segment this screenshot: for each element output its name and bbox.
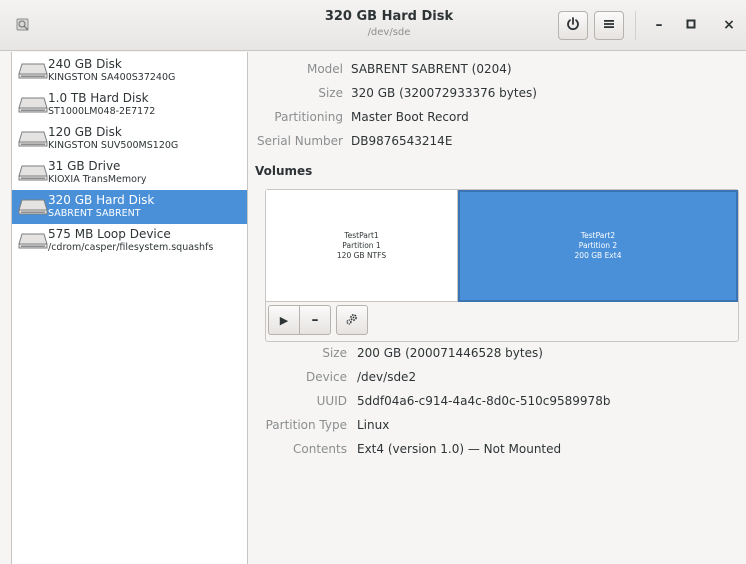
- disk-size-label: Size: [318, 86, 343, 100]
- hard-disk-icon: [18, 164, 48, 182]
- disk-name: 320 GB Hard Disk: [48, 193, 155, 207]
- partition-1-name: TestPart1: [344, 231, 379, 240]
- disk-model: /cdrom/casper/filesystem.squashfs: [48, 242, 214, 253]
- minus-icon: –: [311, 312, 319, 328]
- window-subtitle: /dev/sde: [367, 27, 411, 38]
- disk-model: ST1000LM048-2E7172: [48, 106, 156, 117]
- uuid-label: UUID: [316, 394, 347, 408]
- disk-name: 1.0 TB Hard Disk: [48, 91, 149, 105]
- disk-size-value: 320 GB (320072933376 bytes): [351, 86, 537, 100]
- partition-1-details: 120 GB NTFS: [336, 251, 387, 260]
- hamburger-menu-icon: [602, 17, 616, 34]
- hard-disk-icon: [18, 232, 48, 250]
- partition-1-block[interactable]: TestPart1 Partition 1 120 GB NTFS: [266, 190, 458, 302]
- partition-type-label: Partition Type: [265, 418, 347, 432]
- power-off-button[interactable]: [558, 11, 588, 40]
- device-label: Device: [305, 370, 347, 384]
- maximize-icon: [686, 17, 696, 33]
- hard-disk-icon: [18, 198, 48, 216]
- partition-2-text: TestPart2 Partition 2 200 GB Ext4: [460, 231, 736, 261]
- disk-model: KINGSTON SUV500MS120G: [48, 140, 179, 151]
- disk-sidebar: 240 GB Disk KINGSTON SA400S37240G 1.0 TB…: [11, 52, 248, 564]
- partition-2-name: TestPart2: [580, 231, 616, 240]
- partition-1-text: TestPart1 Partition 1 120 GB NTFS: [266, 231, 457, 261]
- minimize-button[interactable]: –: [647, 12, 671, 38]
- disk-name: 31 GB Drive: [48, 159, 121, 173]
- partition-size-label: Size: [322, 346, 347, 360]
- hard-disk-icon: [18, 130, 48, 148]
- model-value: SABRENT SABRENT (0204): [351, 62, 512, 76]
- partition-2-details: 200 GB Ext4: [574, 251, 622, 260]
- sidebar-item-575mb-loop-device[interactable]: 575 MB Loop Device /cdrom/casper/filesys…: [12, 224, 247, 258]
- volume-toolbar: ▶ –: [268, 305, 368, 335]
- uuid-value: 5ddf04a6-c914-4a4c-8d0c-510c9589978b: [357, 394, 611, 408]
- gears-icon: [345, 312, 359, 329]
- serial-number-label: Serial Number: [257, 134, 343, 148]
- header-separator: [635, 11, 636, 40]
- disk-name: 240 GB Disk: [48, 57, 122, 71]
- disk-name: 120 GB Disk: [48, 125, 122, 139]
- power-icon: [565, 16, 581, 35]
- mount-button[interactable]: ▶: [268, 305, 300, 335]
- partition-options-button[interactable]: [336, 305, 368, 335]
- sidebar-item-31gb-drive[interactable]: 31 GB Drive KIOXIA TransMemory: [12, 156, 247, 190]
- partition-1-number: Partition 1: [342, 241, 381, 250]
- device-value: /dev/sde2: [357, 370, 417, 384]
- play-icon: ▶: [279, 313, 289, 327]
- sidebar-item-240gb-disk[interactable]: 240 GB Disk KINGSTON SA400S37240G: [12, 54, 247, 88]
- disks-app-icon[interactable]: [14, 16, 32, 34]
- hard-disk-icon: [18, 96, 48, 114]
- partition-2-number: Partition 2: [578, 241, 618, 250]
- menu-button[interactable]: [594, 11, 624, 40]
- header-bar: 320 GB Hard Disk /dev/sde – ×: [0, 0, 746, 51]
- volumes-map: TestPart1 Partition 1 120 GB NTFS TestPa…: [265, 189, 739, 342]
- volumes-heading: Volumes: [255, 164, 313, 178]
- contents-label: Contents: [293, 442, 347, 456]
- partition-2-block[interactable]: TestPart2 Partition 2 200 GB Ext4: [458, 190, 738, 302]
- contents-value: Ext4 (version 1.0) — Not Mounted: [357, 442, 562, 456]
- model-label: Model: [306, 62, 343, 76]
- delete-partition-button[interactable]: –: [299, 305, 331, 335]
- disk-model: SABRENT SABRENT: [48, 208, 141, 219]
- hard-disk-icon: [18, 62, 48, 80]
- serial-number-value: DB9876543214E: [351, 134, 453, 148]
- partition-type-value: Linux: [357, 418, 390, 432]
- partitioning-value: Master Boot Record: [351, 110, 469, 124]
- disk-model: KIOXIA TransMemory: [48, 174, 147, 185]
- disk-model: KINGSTON SA400S37240G: [48, 72, 176, 83]
- partitioning-label: Partitioning: [274, 110, 343, 124]
- close-button[interactable]: ×: [717, 12, 741, 38]
- window-title: 320 GB Hard Disk: [324, 9, 454, 24]
- maximize-button[interactable]: [679, 12, 703, 38]
- sidebar-item-120gb-disk[interactable]: 120 GB Disk KINGSTON SUV500MS120G: [12, 122, 247, 156]
- sidebar-item-320gb-hard-disk[interactable]: 320 GB Hard Disk SABRENT SABRENT: [12, 190, 247, 224]
- partition-size-value: 200 GB (200071446528 bytes): [357, 346, 543, 360]
- sidebar-item-1tb-disk[interactable]: 1.0 TB Hard Disk ST1000LM048-2E7172: [12, 88, 247, 122]
- disk-name: 575 MB Loop Device: [48, 227, 171, 241]
